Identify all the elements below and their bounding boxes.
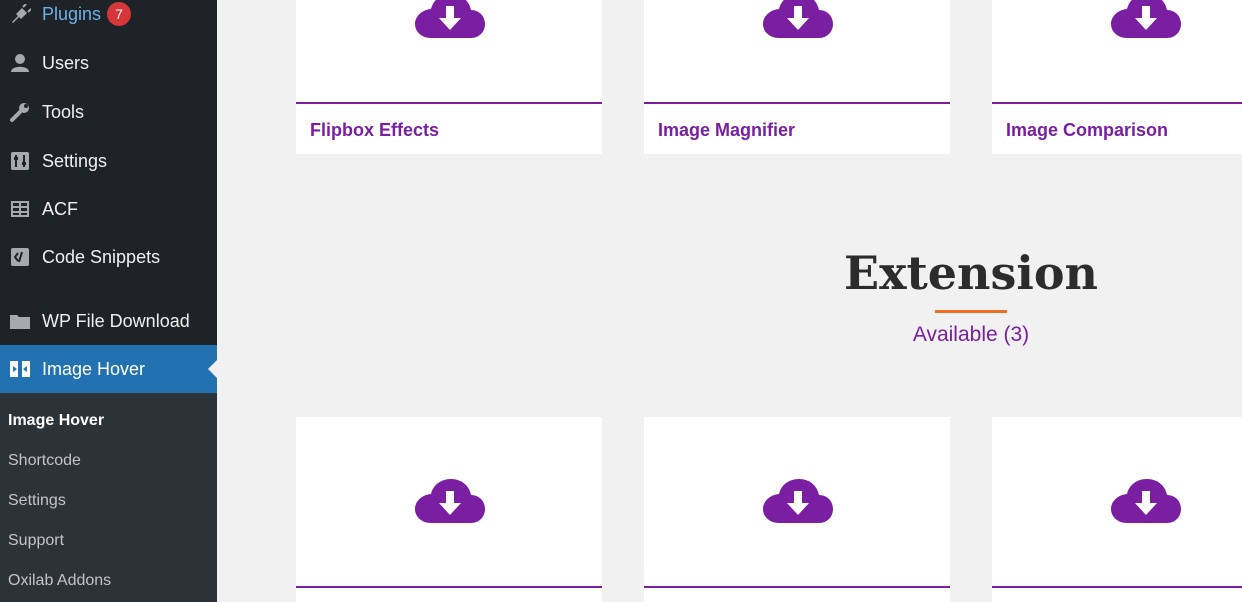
card-title: Flipbox Effects (310, 120, 440, 140)
sidebar-item-label: Tools (42, 101, 85, 122)
submenu-item-support[interactable]: Support (8, 532, 64, 550)
card-title: Image Magnifier (658, 120, 796, 140)
submenu-item-oxilab-addons[interactable]: Oxilab Addons (8, 572, 111, 590)
sidebar-item-label: Plugins (42, 3, 102, 24)
cloud-download-icon (415, 0, 485, 38)
settings-icon (8, 149, 32, 173)
sidebar-item-label: WP File Download (42, 310, 190, 331)
sidebar-item-acf[interactable]: ACF (0, 185, 217, 233)
active-indicator-arrow (208, 360, 217, 378)
card-divider (644, 102, 950, 104)
sidebar-item-tools[interactable]: Tools (0, 88, 217, 136)
addon-card-image-comparison[interactable]: Image Comparison (992, 0, 1242, 154)
admin-sidebar: Plugins 7 Users Tools Settings ACF Code … (0, 0, 217, 602)
card-divider (992, 586, 1242, 588)
cloud-download-icon (763, 0, 833, 38)
users-icon (8, 51, 32, 75)
folder-icon (8, 309, 32, 333)
submenu-item-shortcode[interactable]: Shortcode (8, 452, 81, 470)
heading-underline (935, 310, 1007, 313)
card-divider (992, 102, 1242, 104)
sidebar-item-label: Settings (42, 150, 108, 171)
acf-icon (8, 197, 32, 221)
sidebar-item-label: Image Hover (42, 358, 146, 379)
cloud-download-icon (415, 479, 485, 523)
card-divider (644, 586, 950, 588)
card-divider (296, 102, 602, 104)
sidebar-item-label: ACF (42, 198, 78, 219)
sidebar-item-label: Users (42, 52, 90, 73)
extension-available-count: Available (3) (912, 323, 1030, 346)
submenu-item-settings[interactable]: Settings (8, 492, 66, 510)
extension-card[interactable] (992, 417, 1242, 602)
sidebar-item-image-hover[interactable]: Image Hover (0, 345, 217, 393)
cloud-download-icon (1111, 479, 1181, 523)
update-count-badge: 7 (107, 2, 132, 26)
plugin-icon (8, 2, 32, 26)
cloud-download-icon (763, 479, 833, 523)
tools-icon (8, 100, 32, 124)
code-snippets-icon (8, 245, 32, 269)
extension-card[interactable] (296, 417, 602, 602)
submenu: Image Hover Shortcode Settings Support O… (0, 393, 217, 602)
image-hover-icon (8, 357, 32, 381)
sidebar-item-code-snippets[interactable]: Code Snippets (0, 233, 217, 281)
submenu-item-image-hover[interactable]: Image Hover (8, 412, 104, 430)
sidebar-item-plugins[interactable]: Plugins 7 (0, 0, 217, 38)
sidebar-item-label: Code Snippets (42, 246, 161, 267)
card-title: Image Comparison (1006, 120, 1169, 140)
cloud-download-icon (1111, 0, 1181, 38)
extension-card[interactable] (644, 417, 950, 602)
sidebar-item-wp-file-download[interactable]: WP File Download (0, 297, 217, 345)
card-divider (296, 586, 602, 588)
addon-card-flipbox-effects[interactable]: Flipbox Effects (296, 0, 602, 154)
extension-heading: Extension (844, 246, 1098, 300)
addon-card-image-magnifier[interactable]: Image Magnifier (644, 0, 950, 154)
sidebar-item-users[interactable]: Users (0, 39, 217, 87)
sidebar-item-settings[interactable]: Settings (0, 137, 217, 185)
